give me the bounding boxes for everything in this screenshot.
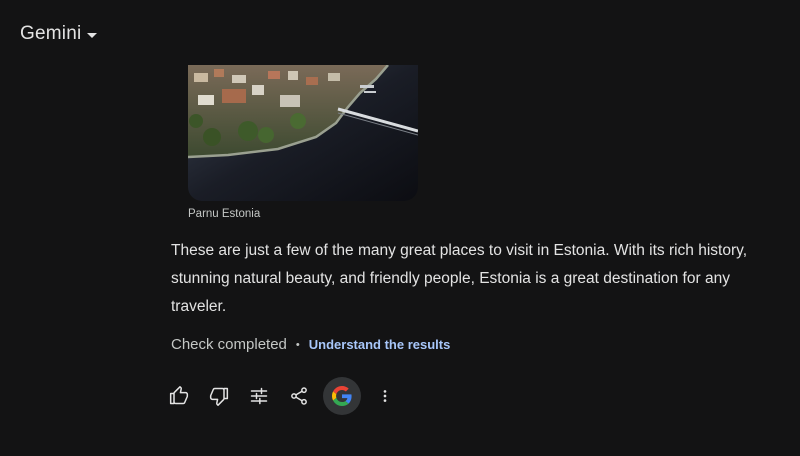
image-result[interactable] [188,65,418,201]
thumbs-up-button[interactable] [161,377,197,415]
tune-icon [250,387,268,405]
thumbs-down-button[interactable] [201,377,237,415]
modify-response-button[interactable] [241,377,277,415]
model-picker[interactable]: Gemini [14,18,103,50]
separator-dot: • [295,338,300,351]
understand-results-link[interactable]: Understand the results [309,337,451,352]
share-icon [291,387,307,405]
double-check-row: Check completed • Understand the results [171,336,450,353]
model-picker-label: Gemini [20,23,82,44]
caret-down-icon [87,32,98,38]
response-text: These are just a few of the many great p… [171,242,748,315]
check-status: Check completed [171,336,287,353]
google-icon [332,386,352,406]
thumbs-down-icon [209,387,229,406]
more-options-button[interactable] [367,377,403,415]
image-caption: Parnu Estonia [188,208,261,220]
share-button[interactable] [281,377,317,415]
gemini-chat-view: Gemini Parnu Estonia These are just a fe… [0,0,800,456]
aerial-photo [188,65,418,201]
thumbs-up-icon [169,386,189,405]
more-vert-icon [383,390,387,402]
double-check-button[interactable] [323,377,361,415]
response-actions [161,377,403,415]
